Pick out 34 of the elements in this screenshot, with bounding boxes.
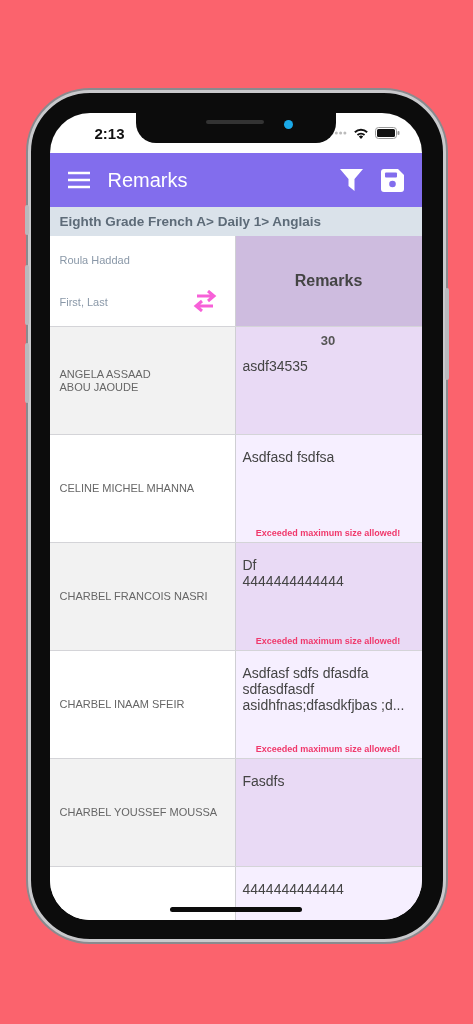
remark-field[interactable]: Asdfasf sdfs dfasdfa sdfasdfasdf asidhfnas;dfasdkfjbas ;d... Exceeded maximum size allowed! — [235, 651, 422, 758]
remark-field[interactable]: Fasdfs — [235, 759, 422, 866]
wifi-icon — [352, 127, 369, 139]
remark-text: Fasdfs — [242, 773, 286, 789]
remark-text: asdf34535 — [242, 358, 309, 374]
name-order-label: First, Last — [59, 296, 108, 308]
remark-text: Asdfasf sdfs dfasdfa sdfasdfasdf asidhfnas;dfasdkfjbas ;d... — [242, 665, 406, 713]
remark-field[interactable]: 4444444444444 — [235, 867, 422, 920]
error-message: Exceeded maximum size allowed! — [255, 528, 401, 538]
character-count: 30 — [320, 333, 336, 348]
student-name: CELINE MICHEL MHANNA — [59, 482, 195, 495]
menu-button[interactable] — [67, 171, 90, 189]
remark-field[interactable]: Df 4444444444444 Exceeded maximum size allowed! — [235, 543, 422, 650]
error-message: Exceeded maximum size allowed! — [255, 636, 401, 646]
breadcrumb: Eighth Grade French A> Daily 1> Anglais — [49, 207, 422, 236]
teacher-name: Roula Haddad — [59, 254, 130, 266]
student-name: CHARBEL YOUSSEF MOUSSA — [59, 806, 218, 819]
filter-button[interactable] — [339, 169, 363, 191]
student-name: CHARBEL INAAM SFEIR — [59, 698, 185, 711]
battery-icon — [374, 127, 400, 139]
screen-title: Remarks — [107, 168, 189, 192]
camera-dot — [283, 120, 293, 129]
remark-text: Df 4444444444444 — [242, 557, 345, 589]
student-name: CHARBEL FRANCOIS NASRI — [59, 590, 208, 603]
remark-text: Asdfasd fsdfsa — [242, 449, 336, 465]
remark-field[interactable]: 30 asdf34535 — [235, 327, 422, 434]
error-message: Exceeded maximum size allowed! — [255, 744, 401, 754]
student-name: ANGELA ASSAAD ABOU JAOUDE — [59, 367, 151, 394]
status-time: 2:13 — [94, 124, 125, 142]
speaker-grille — [205, 120, 264, 124]
save-button[interactable] — [380, 168, 404, 192]
remark-text: 4444444444444 — [242, 881, 345, 897]
column-header: Remarks — [235, 236, 422, 326]
remark-field[interactable]: Asdfasd fsdfsa Exceeded maximum size allowed! — [235, 435, 422, 542]
